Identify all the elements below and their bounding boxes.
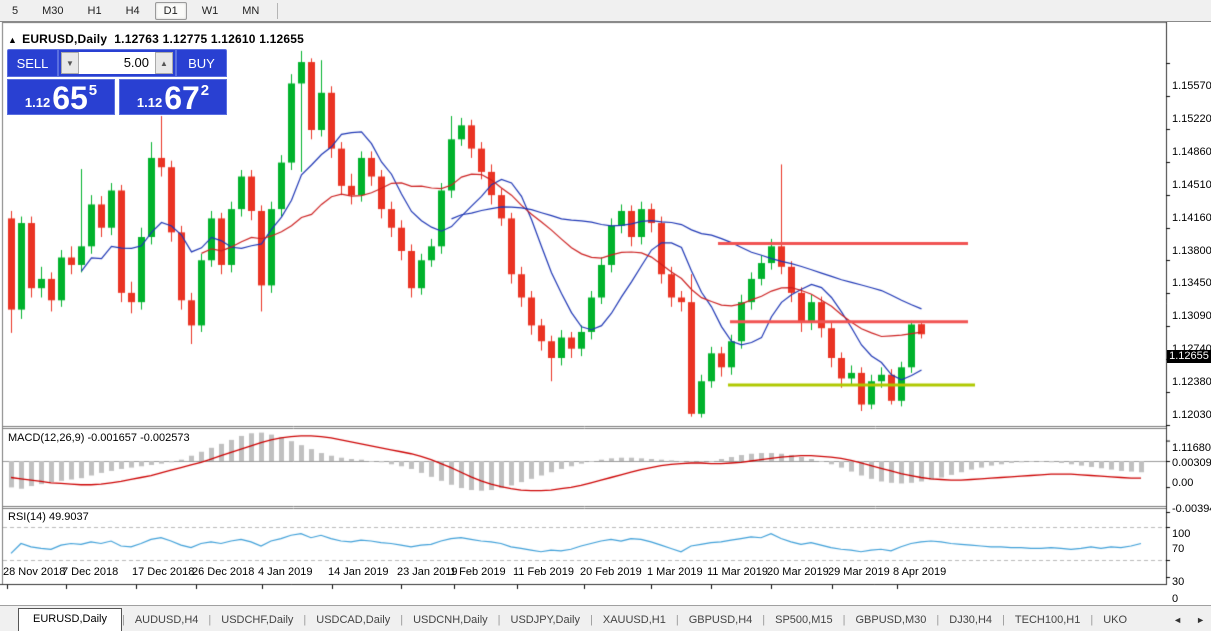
collapse-triangle-icon[interactable]: ▲ [8,35,17,45]
timeframe-button-h4[interactable]: H4 [117,2,149,20]
buy-price-pip: 2 [200,82,210,99]
date-axis-label: 11 Feb 2019 [513,566,574,578]
mt4-window: 5 M30 H1 H4 D1 W1 MN ▲ EURUSD,Daily 1.12763 1.1… [0,0,1211,631]
date-axis-label: 1 Feb 2019 [450,566,506,578]
sell-price-pip: 5 [88,82,98,99]
toolbar-separator [277,2,279,19]
chart-symbol: EURUSD,Daily [22,32,108,46]
price-axis-label: 1.15570 [1172,79,1211,92]
buy-price-box[interactable]: 1.12 67 2 [119,79,227,115]
date-axis-label: 28 Nov 2018 [3,566,66,578]
timeframe-button-d1[interactable]: D1 [154,1,187,20]
tab-uko[interactable]: UKO [1093,610,1137,631]
timeframe-button-m30[interactable]: M30 [33,2,72,20]
buy-price-prefix: 1.12 [136,95,163,110]
chart-area[interactable]: ▲ EURUSD,Daily 1.12763 1.12775 1.12610 1.… [0,22,1211,605]
price-axis-label: 1.12380 [1172,375,1211,388]
one-click-trading-panel: SELL ▼ 5.00 ▲ BUY 1.12 65 5 1.12 67 2 [7,49,227,115]
rsi-axis-label: 30 [1172,576,1185,588]
tab-usdcnh-daily[interactable]: USDCNH,Daily [403,610,498,631]
date-axis-label: 11 Mar 2019 [707,566,768,578]
rsi-axis-label: 70 [1172,543,1185,555]
price-axis-label: 1.13090 [1172,309,1211,322]
tab-scroll-arrows: ◄ ► [1173,615,1205,625]
price-axis-label: 1.14510 [1172,178,1211,191]
tab-gbpusd-m30[interactable]: GBPUSD,M30 [845,610,936,631]
buy-button[interactable]: BUY [176,49,227,77]
date-axis-label: 7 Dec 2018 [62,566,119,578]
timeframe-button-w1[interactable]: W1 [193,2,228,20]
rsi-label: RSI(14) 49.9037 [8,511,89,523]
tab-usdchf-daily[interactable]: USDCHF,Daily [211,610,303,631]
rsi-axis-label: 100 [1172,528,1191,540]
date-axis-label: 14 Jan 2019 [328,566,389,578]
price-axis-label: 1.13800 [1172,244,1211,257]
chart-ohlc-values: 1.12763 1.12775 1.12610 1.12655 [114,32,304,46]
buy-price-big: 67 [164,80,200,116]
price-axis-label: 1.12740 [1172,342,1211,355]
macd-label: MACD(12,26,9) -0.001657 -0.002573 [8,432,190,444]
chart-tab-bar: EURUSD,Daily | AUDUSD,H4 | USDCHF,Daily | USD… [0,605,1211,631]
volume-decrease-icon[interactable]: ▼ [61,52,79,74]
macd-axis-label: 0.003095 [1172,456,1211,469]
chart-title: ▲ EURUSD,Daily 1.12763 1.12775 1.12610 1.… [8,32,304,46]
tab-gbpusd-h4[interactable]: GBPUSD,H4 [679,610,763,631]
timeframe-toolbar: 5 M30 H1 H4 D1 W1 MN [0,0,1211,22]
tab-sp500-m15[interactable]: SP500,M15 [765,610,842,631]
timeframe-button-h1[interactable]: H1 [79,2,111,20]
timeframe-button-mn[interactable]: MN [233,2,268,20]
date-axis-label: 29 Mar 2019 [828,566,890,578]
date-axis-label: 4 Jan 2019 [258,566,313,578]
volume-stepper: ▼ 5.00 ▲ [58,49,176,77]
sell-button[interactable]: SELL [7,49,58,77]
date-axis-label: 17 Dec 2018 [132,566,195,578]
volume-increase-icon[interactable]: ▲ [155,52,173,74]
macd-axis-label: -0.003947 [1172,503,1211,516]
date-axis-label: 1 Mar 2019 [647,566,703,578]
date-axis-label: 20 Feb 2019 [580,566,642,578]
tab-eurusd-daily[interactable]: EURUSD,Daily [18,608,122,631]
rsi-axis-label: 0 [1172,593,1179,605]
sell-price-prefix: 1.12 [24,95,51,110]
sell-price-box[interactable]: 1.12 65 5 [7,79,115,115]
macd-axis-label: 0.00 [1172,477,1194,489]
tab-audusd-h4[interactable]: AUDUSD,H4 [125,610,209,631]
date-axis-label: 23 Jan 2019 [397,566,458,578]
price-axis-label: 1.12030 [1172,408,1211,421]
tab-tech100-h1[interactable]: TECH100,H1 [1005,610,1090,631]
timeframe-button-5[interactable]: 5 [3,2,27,20]
date-axis-label: 8 Apr 2019 [893,566,947,578]
price-axis-label: 1.14160 [1172,211,1211,224]
price-axis-label: 1.11680 [1172,441,1211,454]
tab-usdcad-daily[interactable]: USDCAD,Daily [306,610,400,631]
tab-dj30-h4[interactable]: DJ30,H4 [939,610,1002,631]
price-axis-label: 1.13450 [1172,276,1211,289]
sell-price-big: 65 [52,80,88,116]
tab-scroll-right-icon[interactable]: ► [1196,615,1205,625]
price-axis-label: 1.14860 [1172,145,1211,158]
tab-xauusd-h1[interactable]: XAUUSD,H1 [593,610,676,631]
tab-scroll-left-icon[interactable]: ◄ [1173,615,1182,625]
price-axis-label: 1.15220 [1172,112,1211,125]
date-axis-label: 26 Dec 2018 [192,566,255,578]
volume-input[interactable]: 5.00 [79,52,155,74]
tab-usdjpy-daily[interactable]: USDJPY,Daily [501,610,591,631]
date-axis-label: 20 Mar 2019 [767,566,829,578]
